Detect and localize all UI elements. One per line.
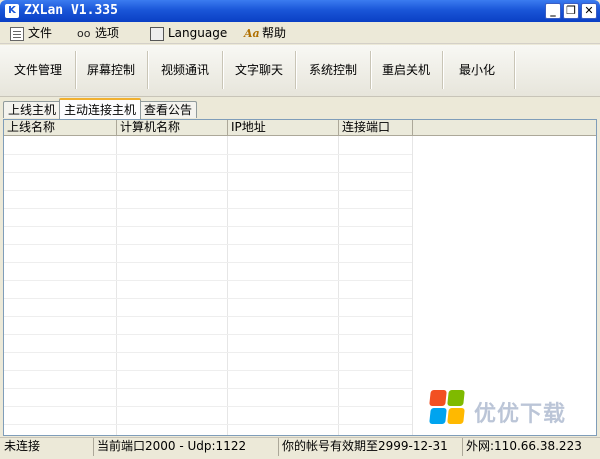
- column-header-ip[interactable]: IP地址: [228, 120, 339, 136]
- row-gridline: [4, 370, 412, 371]
- row-gridline: [4, 244, 412, 245]
- row-gridline: [4, 388, 412, 389]
- menu-help[interactable]: Aa 帮助: [244, 25, 286, 42]
- toolbar-separator: [295, 51, 297, 89]
- menu-options[interactable]: oo 选项: [77, 25, 119, 42]
- restart-button[interactable]: 重启关机: [373, 50, 439, 90]
- row-gridline: [4, 208, 412, 209]
- menu-language[interactable]: Language: [150, 25, 227, 42]
- status-wan-ip: 外网:110.66.38.223: [466, 439, 582, 453]
- chat-button[interactable]: 文字聊天: [225, 50, 293, 90]
- row-gridline: [4, 334, 412, 335]
- glasses-icon: oo: [77, 26, 91, 40]
- restore-button[interactable]: ❐: [563, 3, 579, 19]
- tab-announcements[interactable]: 查看公告: [139, 101, 198, 118]
- status-port: 当前端口2000 - Udp:1122: [95, 438, 279, 456]
- toolbar-separator: [147, 51, 149, 89]
- menu-options-label: 选项: [95, 26, 120, 40]
- toolbar-separator: [442, 51, 444, 89]
- toolbar-separator: [514, 51, 516, 89]
- tab-active-connect[interactable]: 主动连接主机: [59, 98, 142, 119]
- toolbar-separator: [75, 51, 77, 89]
- video-button[interactable]: 视频通讯: [150, 50, 220, 90]
- status-expiry: 你的帐号有效期至2999-12-31: [280, 438, 463, 456]
- row-gridline: [4, 406, 412, 407]
- file-manage-button[interactable]: 文件管理: [4, 50, 72, 90]
- tab-online-hosts[interactable]: 上线主机: [3, 101, 62, 118]
- toolbar: 文件管理 屏幕控制 视频通讯 文字聊天 系统控制 重启关机 最小化: [0, 45, 600, 97]
- watermark: 优优下载: [428, 384, 598, 432]
- title-bar[interactable]: K ZXLan V1.335 _ ❐ ✕: [0, 0, 600, 22]
- menu-file-label: 文件: [28, 26, 53, 40]
- column-header-online-name[interactable]: 上线名称: [4, 120, 117, 136]
- column-header-port[interactable]: 连接端口: [339, 120, 413, 136]
- minimize-app-button[interactable]: 最小化: [445, 50, 509, 90]
- help-icon: Aa: [244, 26, 260, 40]
- close-button[interactable]: ✕: [581, 3, 597, 19]
- row-gridline: [4, 298, 412, 299]
- windows-logo-icon: [429, 390, 466, 426]
- row-gridline: [4, 154, 412, 155]
- toolbar-separator: [222, 51, 224, 89]
- column-header-computer-name[interactable]: 计算机名称: [117, 120, 228, 136]
- status-bar: 未连接 当前端口2000 - Udp:1122 你的帐号有效期至2999-12-…: [0, 437, 600, 459]
- watermark-text: 优优下载: [474, 402, 567, 427]
- window-title: ZXLan V1.335: [24, 3, 118, 18]
- tab-strip: 上线主机 主动连接主机 查看公告: [0, 98, 600, 119]
- column-gridline: [338, 136, 339, 435]
- language-icon: [150, 26, 164, 41]
- row-gridline: [4, 172, 412, 173]
- app-icon: K: [5, 4, 19, 18]
- row-gridline: [4, 190, 412, 191]
- column-header-filler: [413, 120, 596, 136]
- menu-bar: 文件 oo 选项 Language Aa 帮助: [0, 22, 600, 44]
- screen-control-button[interactable]: 屏幕控制: [78, 50, 144, 90]
- document-icon: [10, 26, 24, 41]
- menu-language-label: Language: [168, 26, 228, 40]
- toolbar-separator: [370, 51, 372, 89]
- system-control-button[interactable]: 系统控制: [298, 50, 368, 90]
- minimize-button[interactable]: _: [545, 3, 561, 19]
- column-gridline: [227, 136, 228, 435]
- column-gridline: [412, 136, 413, 435]
- row-gridline: [4, 262, 412, 263]
- row-gridline: [4, 424, 412, 425]
- status-connection: 未连接: [2, 438, 94, 456]
- menu-help-label: 帮助: [262, 26, 287, 40]
- row-gridline: [4, 316, 412, 317]
- column-gridline: [116, 136, 117, 435]
- row-gridline: [4, 352, 412, 353]
- menu-file[interactable]: 文件: [10, 25, 52, 42]
- row-gridline: [4, 280, 412, 281]
- row-gridline: [4, 226, 412, 227]
